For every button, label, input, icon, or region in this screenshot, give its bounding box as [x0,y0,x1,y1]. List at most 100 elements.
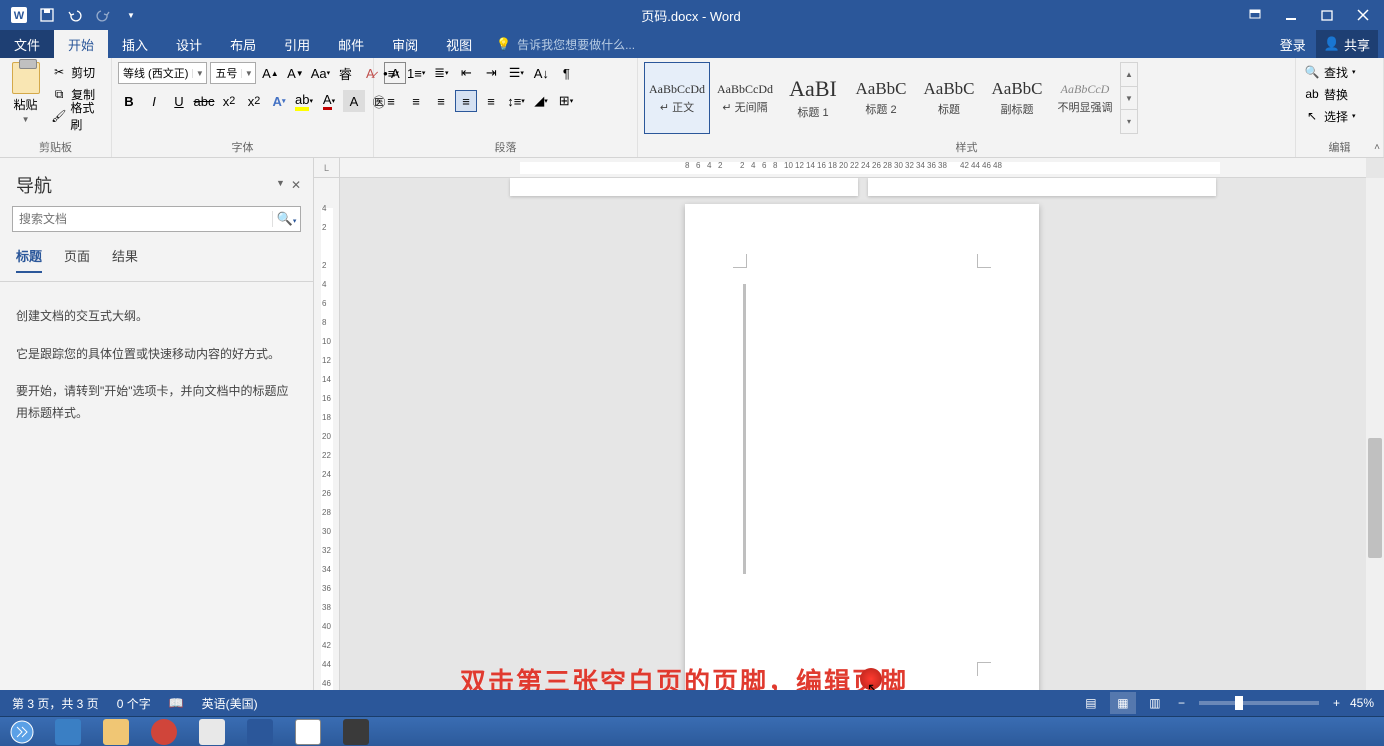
justify-button[interactable]: ≡ [455,90,477,112]
taskbar-app-5[interactable] [236,718,284,746]
cut-button[interactable]: ✂剪切 [49,62,105,82]
bold-button[interactable]: B [118,90,140,112]
tab-layout[interactable]: 布局 [216,30,270,58]
qat-customize-icon[interactable]: ▼ [118,2,144,28]
nav-tab-pages[interactable]: 页面 [64,246,90,273]
style-item-0[interactable]: AaBbCcDd↵ 正文 [644,62,710,134]
gallery-up-icon[interactable]: ▲ [1121,63,1137,86]
decrease-indent-button[interactable]: ⇤ [455,62,477,84]
tab-review[interactable]: 审阅 [378,30,432,58]
font-family-combo[interactable]: 等线 (西文正)▼ [118,62,207,84]
close-icon[interactable] [1346,2,1380,28]
line-spacing-button[interactable]: ↕≡▾ [505,90,527,112]
italic-button[interactable]: I [143,90,165,112]
chevron-down-icon[interactable]: ▼ [241,69,255,78]
asian-layout-button[interactable]: ☰▾ [505,62,527,84]
maximize-icon[interactable] [1310,2,1344,28]
start-button[interactable] [0,718,44,746]
text-effects-button[interactable]: A▾ [268,90,290,112]
word-icon[interactable]: W [6,2,32,28]
shading-button[interactable]: ◢▾ [530,90,552,112]
subscript-button[interactable]: x2 [218,90,240,112]
minimize-icon[interactable] [1274,2,1308,28]
zoom-level[interactable]: 45% [1350,696,1374,710]
word-count[interactable]: 0 个字 [117,695,151,712]
paste-button[interactable]: 粘贴 ▼ [6,62,45,126]
bullets-button[interactable]: •≡▾ [380,62,402,84]
scrollbar-vertical[interactable] [1366,178,1384,690]
web-layout-icon[interactable]: ▥ [1142,692,1168,714]
shrink-font-button[interactable]: A▼ [284,62,306,84]
zoom-thumb[interactable] [1235,696,1243,710]
tell-me-search[interactable]: 💡 告诉我您想要做什么... [486,30,1272,58]
nav-tab-headings[interactable]: 标题 [16,246,42,273]
collapse-ribbon-icon[interactable]: ˄ [1374,142,1380,153]
tab-design[interactable]: 设计 [162,30,216,58]
redo-icon[interactable] [90,2,116,28]
gallery-more-icon[interactable]: ▾ [1121,109,1137,133]
ruler-vertical[interactable]: 4224681012141618202224262830323436384042… [314,178,340,690]
replace-button[interactable]: ab替换 [1302,84,1377,104]
page-count[interactable]: 第 3 页，共 3 页 [12,695,99,712]
language-status[interactable]: 英语(美国) [202,695,258,712]
nav-tab-results[interactable]: 结果 [112,246,138,273]
highlight-button[interactable]: ab▾ [293,90,315,112]
nav-search[interactable]: 🔍▾ [12,206,301,232]
char-shading-button[interactable]: A [343,90,365,112]
style-item-6[interactable]: AaBbCcD不明显强调 [1052,62,1118,134]
read-mode-icon[interactable]: ▤ [1078,692,1104,714]
search-icon[interactable]: 🔍▾ [272,211,300,227]
save-icon[interactable] [34,2,60,28]
gallery-down-icon[interactable]: ▼ [1121,86,1137,110]
increase-indent-button[interactable]: ⇥ [480,62,502,84]
taskbar-app-2[interactable] [92,718,140,746]
zoom-in-icon[interactable]: + [1329,696,1344,710]
nav-close-icon[interactable]: ✕ [291,178,301,192]
distribute-button[interactable]: ≡ [480,90,502,112]
style-item-4[interactable]: AaBbC标题 [916,62,982,134]
phonetic-guide-button[interactable]: 睿 [334,62,356,84]
font-size-combo[interactable]: 五号▼ [210,62,256,84]
taskbar-app-6[interactable] [284,718,332,746]
tab-home[interactable]: 开始 [54,30,108,58]
tab-insert[interactable]: 插入 [108,30,162,58]
ruler-corner[interactable]: L [314,158,340,178]
tab-references[interactable]: 引用 [270,30,324,58]
ruler-horizontal[interactable]: 8642246810121416182022242628303234363842… [340,158,1366,178]
superscript-button[interactable]: x2 [243,90,265,112]
multilevel-button[interactable]: ≣▾ [430,62,452,84]
show-marks-button[interactable]: ¶ [555,62,577,84]
nav-search-input[interactable] [13,212,272,226]
page-3[interactable] [685,204,1039,690]
login-link[interactable]: 登录 [1272,30,1314,58]
grow-font-button[interactable]: A▲ [259,62,281,84]
tab-file[interactable]: 文件 [0,30,54,58]
share-button[interactable]: 👤 共享 [1316,30,1378,58]
align-left-button[interactable]: ≡ [380,90,402,112]
style-item-1[interactable]: AaBbCcDd↵ 无间隔 [712,62,778,134]
tab-mail[interactable]: 邮件 [324,30,378,58]
borders-button[interactable]: ⊞▾ [555,90,577,112]
align-right-button[interactable]: ≡ [430,90,452,112]
taskbar-app-4[interactable] [188,718,236,746]
select-button[interactable]: ↖选择▾ [1302,106,1377,126]
zoom-slider[interactable] [1199,701,1319,705]
ribbon-options-icon[interactable] [1238,2,1272,28]
tab-view[interactable]: 视图 [432,30,486,58]
spellcheck-icon[interactable]: 📖 [169,696,184,710]
style-item-2[interactable]: AaBI标题 1 [780,62,846,134]
align-center-button[interactable]: ≡ [405,90,427,112]
find-button[interactable]: 🔍查找▾ [1302,62,1377,82]
print-layout-icon[interactable]: ▦ [1110,692,1136,714]
style-item-3[interactable]: AaBbC标题 2 [848,62,914,134]
taskbar-app-3[interactable] [140,718,188,746]
nav-menu-icon[interactable]: ▼ [276,178,285,192]
taskbar-app-7[interactable] [332,718,380,746]
font-color-button[interactable]: A▾ [318,90,340,112]
document-canvas[interactable]: 双击第三张空白页的页脚，编辑页脚 ↖ [340,178,1366,690]
underline-button[interactable]: U [168,90,190,112]
sort-button[interactable]: A↓ [530,62,552,84]
style-item-5[interactable]: AaBbC副标题 [984,62,1050,134]
undo-icon[interactable] [62,2,88,28]
format-painter-button[interactable]: 🖌格式刷 [49,106,105,126]
